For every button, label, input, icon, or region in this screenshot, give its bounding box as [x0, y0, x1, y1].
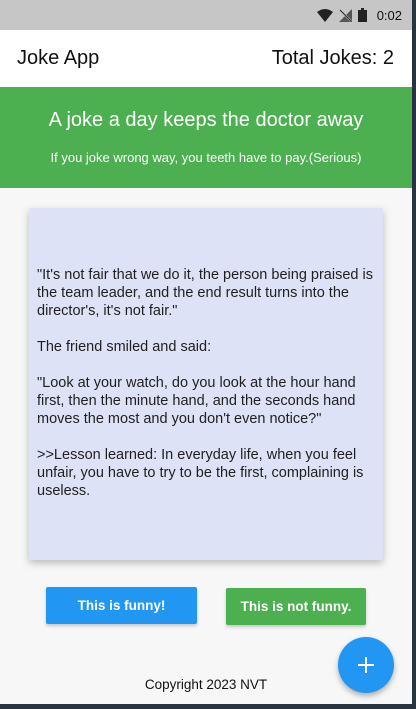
app-bar: Joke App Total Jokes: 2 [0, 30, 412, 87]
status-time: 0:02 [376, 7, 402, 23]
status-bar: 0:02 [0, 0, 412, 30]
add-joke-button[interactable] [338, 637, 394, 693]
app-title: Joke App [17, 47, 100, 69]
joke-text: "It's not fair that we do it, the person… [37, 267, 373, 499]
not-funny-button[interactable]: This is not funny. [226, 588, 366, 625]
device-frame-bottom [0, 704, 416, 709]
battery-icon [357, 8, 367, 22]
hero-subtitle: If you joke wrong way, you teeth have to… [50, 150, 362, 165]
device-frame-right [412, 0, 416, 709]
hero-title: A joke a day keeps the doctor away [48, 109, 364, 131]
hero-banner: A joke a day keeps the doctor away If yo… [0, 87, 412, 188]
no-signal-icon [338, 8, 352, 22]
wifi-icon [316, 8, 333, 22]
total-jokes-count: Total Jokes: 2 [271, 47, 394, 69]
add-icon [356, 655, 376, 675]
joke-card: "It's not fair that we do it, the person… [29, 208, 383, 560]
funny-button[interactable]: This is funny! [46, 587, 197, 624]
app-screen: 0:02 Joke App Total Jokes: 2 A joke a da… [0, 0, 412, 704]
